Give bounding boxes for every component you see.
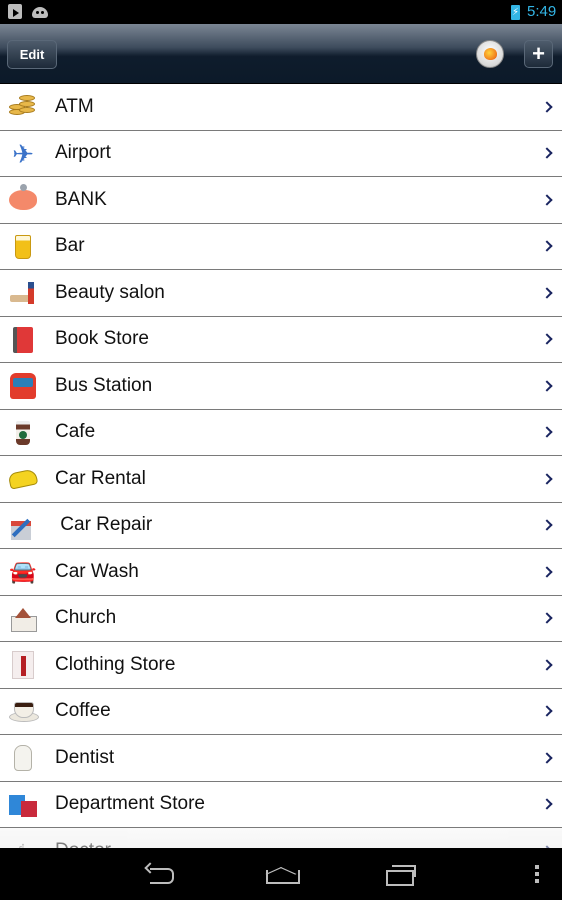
chevron-right-icon	[542, 472, 552, 486]
chevron-right-icon	[542, 518, 552, 532]
battery-charging-icon	[511, 5, 520, 20]
list-item-department-store[interactable]: Department Store	[0, 781, 562, 828]
category-list[interactable]: ATM ✈ Airport BANK Bar Beauty salon Book…	[0, 84, 562, 848]
airplane-icon: ✈	[12, 138, 34, 169]
coins-icon	[8, 92, 38, 122]
list-item-label: Dentist	[55, 746, 115, 768]
list-item-beauty-salon[interactable]: Beauty salon	[0, 270, 562, 317]
list-item-label: Beauty salon	[55, 281, 165, 303]
app-logo-icon[interactable]	[476, 40, 504, 68]
list-item-bus-station[interactable]: Bus Station	[0, 363, 562, 410]
list-item-car-rental[interactable]: Car Rental	[0, 456, 562, 503]
chevron-right-icon	[542, 425, 552, 439]
coffee-icon	[8, 697, 39, 727]
list-item-church[interactable]: Church	[0, 595, 562, 642]
piggy-bank-icon	[8, 184, 38, 215]
status-bar: 5:49	[0, 0, 562, 24]
list-item-label: Bus Station	[55, 374, 153, 396]
list-item-airport[interactable]: ✈ Airport	[0, 130, 562, 177]
list-item-label: Airport	[55, 142, 111, 164]
chevron-right-icon	[542, 379, 552, 393]
chevron-right-icon	[542, 100, 552, 114]
back-button[interactable]	[140, 860, 184, 888]
navigation-bar	[0, 848, 562, 900]
list-item-label: ATM	[55, 95, 94, 117]
action-bar: Edit +	[0, 24, 562, 84]
edit-button[interactable]: Edit	[7, 40, 57, 69]
chevron-right-icon	[542, 332, 552, 346]
list-item-label: Department Store	[55, 793, 205, 815]
list-item-label: Coffee	[55, 700, 111, 722]
list-item-car-repair[interactable]: Car Repair	[0, 502, 562, 549]
chevron-right-icon	[542, 565, 552, 579]
list-item-label: Doctor	[55, 840, 111, 848]
recent-apps-button[interactable]	[378, 860, 422, 888]
list-item-label: Car Wash	[55, 560, 139, 582]
chevron-right-icon	[542, 239, 552, 253]
beer-icon	[8, 232, 38, 262]
home-button[interactable]	[260, 860, 304, 888]
chevron-right-icon	[542, 193, 552, 207]
stethoscope-icon: ⚕	[8, 836, 38, 848]
list-item-bar[interactable]: Bar	[0, 223, 562, 270]
book-icon	[8, 325, 38, 355]
shopping-bags-icon	[8, 790, 38, 820]
list-item-label: Cafe	[55, 421, 96, 443]
chevron-right-icon	[542, 797, 552, 811]
add-button[interactable]: +	[524, 40, 553, 68]
list-item-dentist[interactable]: Dentist	[0, 735, 562, 782]
tooth-icon	[8, 743, 38, 773]
list-item-label: Book Store	[55, 328, 149, 350]
chevron-right-icon	[542, 286, 552, 300]
overflow-menu-button[interactable]	[530, 860, 544, 888]
coffee-cup-icon	[8, 418, 38, 448]
car-repair-icon	[8, 511, 38, 541]
android-icon	[32, 7, 48, 18]
list-item-cafe[interactable]: Cafe	[0, 409, 562, 456]
play-store-icon	[8, 4, 22, 19]
chevron-right-icon	[542, 611, 552, 625]
list-item-label: BANK	[55, 188, 107, 210]
chevron-right-icon	[542, 751, 552, 765]
list-item-label: Car Rental	[55, 467, 146, 489]
list-item-bank[interactable]: BANK	[0, 177, 562, 224]
list-item-label: Church	[55, 607, 117, 629]
list-item-label: Clothing Store	[55, 653, 176, 675]
list-item-car-wash[interactable]: 🚘 Car Wash	[0, 549, 562, 596]
status-time: 5:49	[527, 3, 557, 20]
chevron-right-icon	[542, 146, 552, 160]
list-item-atm[interactable]: ATM	[0, 84, 562, 131]
chevron-right-icon	[542, 704, 552, 718]
car-wash-icon: 🚘	[9, 559, 37, 584]
shirt-icon	[8, 650, 38, 680]
list-item-book-store[interactable]: Book Store	[0, 316, 562, 363]
beauty-salon-icon	[8, 278, 38, 308]
taxi-icon	[7, 464, 39, 494]
list-item-coffee[interactable]: Coffee	[0, 688, 562, 735]
chevron-right-icon	[542, 658, 552, 672]
church-icon	[8, 604, 38, 634]
list-item-label: Bar	[55, 235, 85, 257]
list-item-clothing-store[interactable]: Clothing Store	[0, 642, 562, 689]
bus-icon	[8, 371, 38, 401]
list-item-doctor[interactable]: ⚕ Doctor	[0, 828, 562, 848]
list-item-label: Car Repair	[55, 514, 153, 536]
